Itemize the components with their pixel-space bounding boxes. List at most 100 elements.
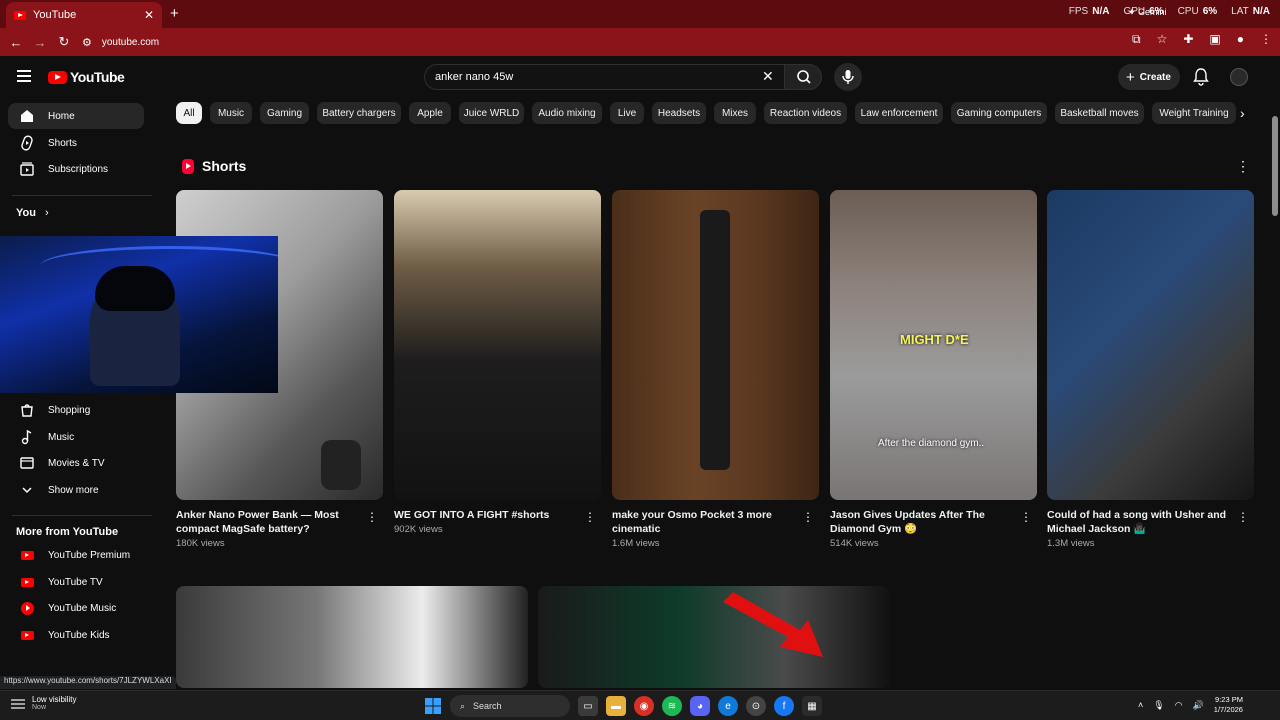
youtube-logo[interactable]: YouTube — [48, 69, 125, 85]
new-tab-button[interactable]: + — [170, 5, 179, 22]
short-title[interactable]: make your Osmo Pocket 3 more cinematic — [612, 508, 792, 536]
search-input[interactable]: anker nano 45w — [424, 64, 784, 90]
chip[interactable]: Basketball moves — [1055, 102, 1144, 124]
edge-icon[interactable]: e — [718, 696, 738, 716]
chip[interactable]: Battery chargers — [317, 102, 401, 124]
site-info-icon[interactable]: ⚙ — [82, 36, 92, 49]
webcam-overlay — [0, 236, 278, 393]
shelf-more-options-icon[interactable]: ⋮ — [1236, 158, 1250, 175]
more-options-icon[interactable]: ⋮ — [802, 510, 814, 524]
thumbnail-caption-bottom: After the diamond gym.. — [878, 438, 985, 449]
chip[interactable]: Live — [610, 102, 644, 124]
taskbar-clock[interactable]: 9:23 PM 1/7/2026 — [1214, 695, 1243, 715]
account-avatar[interactable] — [1230, 68, 1248, 86]
weather-widget[interactable]: Low visibility Now — [10, 695, 76, 711]
short-thumbnail[interactable] — [1047, 190, 1254, 500]
chrome-icon[interactable]: ◉ — [634, 696, 654, 716]
clock-date: 1/7/2026 — [1213, 705, 1243, 714]
file-explorer-icon[interactable]: ▬ — [606, 696, 626, 716]
chips-next-arrow-icon[interactable]: › — [1240, 105, 1245, 121]
task-view-icon[interactable]: ▭ — [578, 696, 598, 716]
chevron-down-icon — [18, 481, 36, 499]
chip[interactable]: Mixes — [714, 102, 756, 124]
close-tab-icon[interactable]: ✕ — [144, 8, 154, 22]
notifications-bell-icon[interactable] — [1193, 68, 1209, 86]
windows-start-icon[interactable] — [424, 697, 442, 715]
more-options-icon[interactable]: ⋮ — [1020, 510, 1032, 524]
short-title[interactable]: Jason Gives Updates After The Diamond Gy… — [830, 508, 1010, 536]
performance-overlay: FPS N/A GPU 6% CPU 6% LAT N/A — [1069, 6, 1270, 17]
spotify-icon[interactable]: ≋ — [662, 696, 682, 716]
chip[interactable]: All — [176, 102, 202, 124]
chip[interactable]: Law enforcement — [855, 102, 943, 124]
short-thumbnail[interactable] — [612, 190, 819, 500]
sidebar-item-shorts[interactable]: Shorts — [8, 130, 144, 156]
sidebar-item-home[interactable]: Home — [8, 103, 144, 129]
short-title[interactable]: Could of had a song with Usher and Micha… — [1047, 508, 1227, 536]
sidebar-item-youtube-kids[interactable]: YouTube Kids — [8, 622, 144, 648]
wifi-icon[interactable]: ◠ — [1175, 700, 1183, 711]
install-app-icon[interactable]: ⧉ — [1132, 32, 1141, 47]
sidepanel-icon[interactable]: ▣ — [1209, 32, 1220, 47]
sidebar-item-youtube-music[interactable]: YouTube Music — [8, 595, 144, 621]
sidebar-divider — [12, 195, 152, 196]
sidebar-item-youtube-tv[interactable]: YouTube TV — [8, 569, 144, 595]
sidebar-item-movies-tv[interactable]: Movies & TV — [8, 450, 144, 476]
address-bar[interactable]: ⚙ youtube.com — [82, 31, 1082, 53]
short-card[interactable]: make your Osmo Pocket 3 more cinematic 1… — [612, 190, 819, 549]
chip[interactable]: Apple — [409, 102, 451, 124]
bookmark-star-icon[interactable]: ☆ — [1157, 32, 1168, 47]
chip[interactable]: Gaming computers — [951, 102, 1047, 124]
profile-icon[interactable]: ● — [1237, 32, 1244, 47]
scrollbar-thumb[interactable] — [1272, 116, 1278, 216]
shorts-heading-label: Shorts — [202, 158, 247, 174]
short-card[interactable]: MIGHT D*E After the diamond gym.. Jason … — [830, 190, 1037, 549]
more-options-icon[interactable]: ⋮ — [584, 510, 596, 524]
sidebar-item-label: Subscriptions — [48, 163, 109, 175]
hamburger-menu-icon[interactable] — [17, 70, 31, 82]
sidebar-you-heading[interactable]: You › — [16, 207, 49, 219]
chip[interactable]: Headsets — [652, 102, 706, 124]
extensions-icon[interactable]: ✚ — [1183, 32, 1193, 47]
short-title[interactable]: Anker Nano Power Bank — Most compact Mag… — [176, 508, 356, 536]
store-icon[interactable]: ▦ — [802, 696, 822, 716]
sidebar-item-shopping[interactable]: Shopping — [8, 397, 144, 423]
clear-search-icon[interactable]: ✕ — [762, 68, 774, 85]
search-button[interactable] — [784, 64, 822, 90]
sidebar-item-youtube-premium[interactable]: YouTube Premium — [8, 542, 144, 568]
more-options-icon[interactable]: ⋮ — [366, 510, 378, 524]
sidebar-item-music[interactable]: Music — [8, 424, 144, 450]
back-arrow-icon[interactable]: ← — [4, 35, 28, 50]
browser-menu-icon[interactable]: ⋮ — [1260, 32, 1272, 47]
sidebar-item-show-more[interactable]: Show more — [8, 477, 144, 503]
taskbar-search[interactable]: ⌕ Search — [450, 695, 570, 717]
chip[interactable]: Gaming — [260, 102, 309, 124]
short-thumbnail[interactable] — [394, 190, 601, 500]
chip[interactable]: Reaction videos — [764, 102, 847, 124]
browser-tab[interactable]: YouTube ✕ — [6, 2, 162, 28]
chip[interactable]: Weight Training — [1152, 102, 1236, 124]
reload-icon[interactable]: ↻ — [52, 34, 76, 50]
steam-icon[interactable]: ⊙ — [746, 696, 766, 716]
tray-overflow-chevron-icon[interactable]: ˄ — [1138, 700, 1143, 710]
create-button[interactable]: + Create — [1118, 64, 1180, 90]
chip[interactable]: Music — [210, 102, 252, 124]
discord-icon[interactable]: ◕ — [690, 696, 710, 716]
short-card[interactable]: WE GOT INTO A FIGHT #shorts 902K views ⋮ — [388, 184, 607, 556]
short-title[interactable]: WE GOT INTO A FIGHT #shorts — [394, 508, 574, 522]
facebook-icon[interactable]: f — [774, 696, 794, 716]
more-options-icon[interactable]: ⋮ — [1237, 510, 1249, 524]
short-views: 180K views — [176, 538, 225, 549]
microphone-tray-icon[interactable]: 🎙 — [1153, 700, 1164, 711]
chip[interactable]: Audio mixing — [532, 102, 602, 124]
video-thumbnail[interactable] — [538, 586, 890, 688]
forward-arrow-icon[interactable]: → — [28, 35, 52, 50]
short-card[interactable]: Could of had a song with Usher and Micha… — [1047, 190, 1254, 549]
sidebar-item-subscriptions[interactable]: Subscriptions — [8, 156, 144, 182]
video-thumbnail[interactable] — [176, 586, 528, 688]
short-thumbnail[interactable]: MIGHT D*E After the diamond gym.. — [830, 190, 1037, 500]
voice-search-button[interactable] — [834, 63, 862, 91]
page-scrollbar[interactable] — [1270, 98, 1280, 690]
speaker-icon[interactable]: 🔊 — [1193, 700, 1204, 711]
chip[interactable]: Juice WRLD — [459, 102, 524, 124]
